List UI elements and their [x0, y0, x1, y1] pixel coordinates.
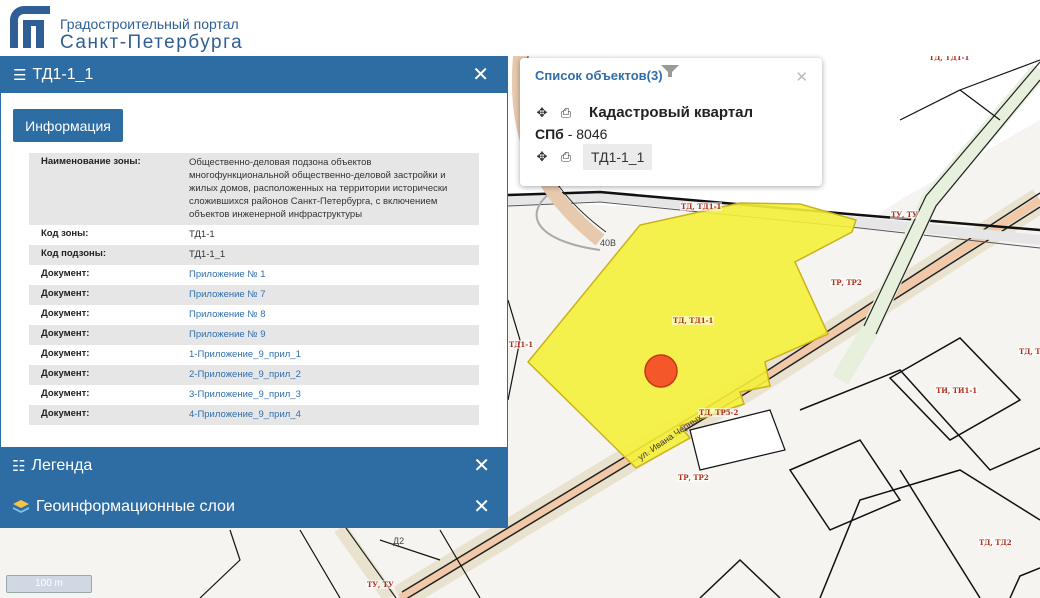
portal-logo-icon[interactable] — [6, 4, 54, 52]
popup-item-zone[interactable]: ✥ ⎙ ТД1-1_1 — [535, 144, 653, 170]
legend-list-icon: ☷ — [12, 458, 26, 475]
row-value: Общественно-деловая подзона объектов мно… — [177, 153, 479, 225]
row-key: Код подзоны: — [29, 245, 177, 265]
brand-line-1: Градостроительный портал — [60, 16, 239, 32]
document-link[interactable]: Приложение № 8 — [177, 305, 479, 325]
zone-label-tu: ТУ, ТУ — [890, 210, 919, 219]
table-row: Документ: 4-Приложение_9_прил_4 — [29, 405, 479, 425]
row-key: Код зоны: — [41, 228, 89, 239]
table-row: Документ: Приложение № 7 — [29, 285, 479, 305]
info-panel-header: ☰ ТД1-1_1 ✕ — [1, 57, 507, 93]
row-value: ТД1-1 — [189, 229, 215, 240]
row-key: Документ: — [29, 365, 177, 385]
popup-close-icon[interactable]: ✕ — [795, 68, 808, 86]
zone-label-main: ТД, ТД1-1 — [672, 316, 715, 325]
zone-label-td-right: ТД, ТД — [1018, 347, 1040, 356]
info-panel-close-icon[interactable]: ✕ — [472, 65, 489, 85]
table-row: Код зоны: ТД1-1 — [29, 225, 479, 245]
document-link[interactable]: Приложение № 1 — [177, 265, 479, 285]
layers-panel[interactable]: Геоинформационные слои ✕ — [0, 486, 508, 528]
document-link[interactable]: 4-Приложение_9_прил_4 — [177, 405, 479, 425]
filter-icon[interactable] — [660, 64, 680, 78]
table-row: Документ: Приложение № 8 — [29, 305, 479, 325]
table-row: Документ: 2-Приложение_9_прил_2 — [29, 365, 479, 385]
layers-icon — [13, 500, 29, 513]
table-row: Документ: Приложение № 9 — [29, 325, 479, 345]
layers-panel-header[interactable]: Геоинформационные слои ✕ — [0, 486, 508, 528]
zone-label-td1-left: ТД1-1 — [508, 340, 535, 349]
scale-bar: 100 m — [6, 575, 92, 593]
zone-label-top: ТД, ТД1-1 — [680, 202, 723, 211]
site-header: Градостроительный портал Санкт-Петербург… — [0, 0, 1040, 56]
location-marker — [644, 354, 678, 388]
building-label-d2: Д2 — [393, 536, 405, 546]
info-panel: ☰ ТД1-1_1 ✕ Информация Наименование зоны… — [0, 56, 508, 448]
table-row: Наименование зоны: Общественно-деловая по… — [29, 153, 479, 225]
row-value: ТД1-1_1 — [177, 245, 479, 265]
legend-panel-header[interactable]: ☷ Легенда ✕ — [0, 448, 508, 484]
document-link[interactable]: 1-Приложение_9_прил_1 — [177, 345, 479, 365]
row-key: Документ: — [41, 388, 90, 399]
row-key: Документ: — [29, 325, 177, 345]
legend-close-icon[interactable]: ✕ — [473, 456, 490, 476]
attribute-table: Наименование зоны: Общественно-деловая по… — [29, 153, 479, 425]
layers-panel-title: Геоинформационные слои — [36, 498, 235, 515]
cadastral-code-prefix: СПб — [535, 126, 564, 142]
layers-close-icon[interactable]: ✕ — [473, 497, 490, 517]
brand-line-2: Санкт-Петербурга — [60, 32, 244, 53]
row-key: Документ: — [41, 348, 90, 359]
document-link[interactable]: 2-Приложение_9_прил_2 — [177, 365, 479, 385]
legend-panel[interactable]: ☷ Легенда ✕ — [0, 448, 508, 486]
list-icon: ☰ — [13, 67, 27, 84]
row-key: Документ: — [29, 405, 177, 425]
table-row: Документ: 3-Приложение_9_прил_3 — [29, 385, 479, 405]
document-link[interactable]: Приложение № 9 — [177, 325, 479, 345]
zone-label-tr2-b: ТР, ТР2 — [677, 473, 710, 482]
print-icon[interactable]: ⎙ — [559, 105, 573, 121]
cadastral-code-number: - 8046 — [563, 126, 608, 142]
zone-tag[interactable]: ТД1-1_1 — [583, 144, 653, 170]
popup-item-cadastral[interactable]: ✥ ⎙ Кадастровый квартал — [535, 104, 754, 121]
document-link[interactable]: 3-Приложение_9_прил_3 — [177, 385, 479, 405]
table-row: Документ: Приложение № 1 — [29, 265, 479, 285]
zone-label-tr2-a: ТР, ТР2 — [830, 278, 863, 287]
row-key: Наименование зоны: — [29, 153, 177, 225]
zone-label-tu-bottom: ТУ, ТУ — [366, 580, 395, 589]
table-row: Код подзоны: ТД1-1_1 — [29, 245, 479, 265]
cadastral-title[interactable]: Кадастровый квартал — [589, 104, 753, 121]
row-key: Документ: — [41, 268, 90, 279]
zone-label-ti1: ТИ, ТИ1-1 — [935, 386, 979, 395]
info-panel-title: ТД1-1_1 — [32, 66, 94, 83]
table-row: Документ: 1-Приложение_9_прил_1 — [29, 345, 479, 365]
move-icon-2[interactable]: ✥ — [535, 149, 549, 165]
row-key: Документ: — [41, 308, 90, 319]
print-icon-2[interactable]: ⎙ — [559, 149, 573, 165]
document-link[interactable]: Приложение № 7 — [177, 285, 479, 305]
move-icon[interactable]: ✥ — [535, 105, 549, 121]
legend-panel-title: Легенда — [31, 457, 93, 474]
road-number-label: 40В — [600, 238, 617, 248]
zone-label-td2: ТД, ТД2 — [978, 538, 1013, 547]
row-key: Документ: — [29, 285, 177, 305]
zone-label-tr5: ТД, ТР5-2 — [698, 408, 740, 417]
cadastral-code: СПб - 8046 — [535, 126, 607, 142]
info-tab-button[interactable]: Информация — [13, 109, 123, 142]
popup-title: Список объектов(3) — [535, 68, 663, 83]
